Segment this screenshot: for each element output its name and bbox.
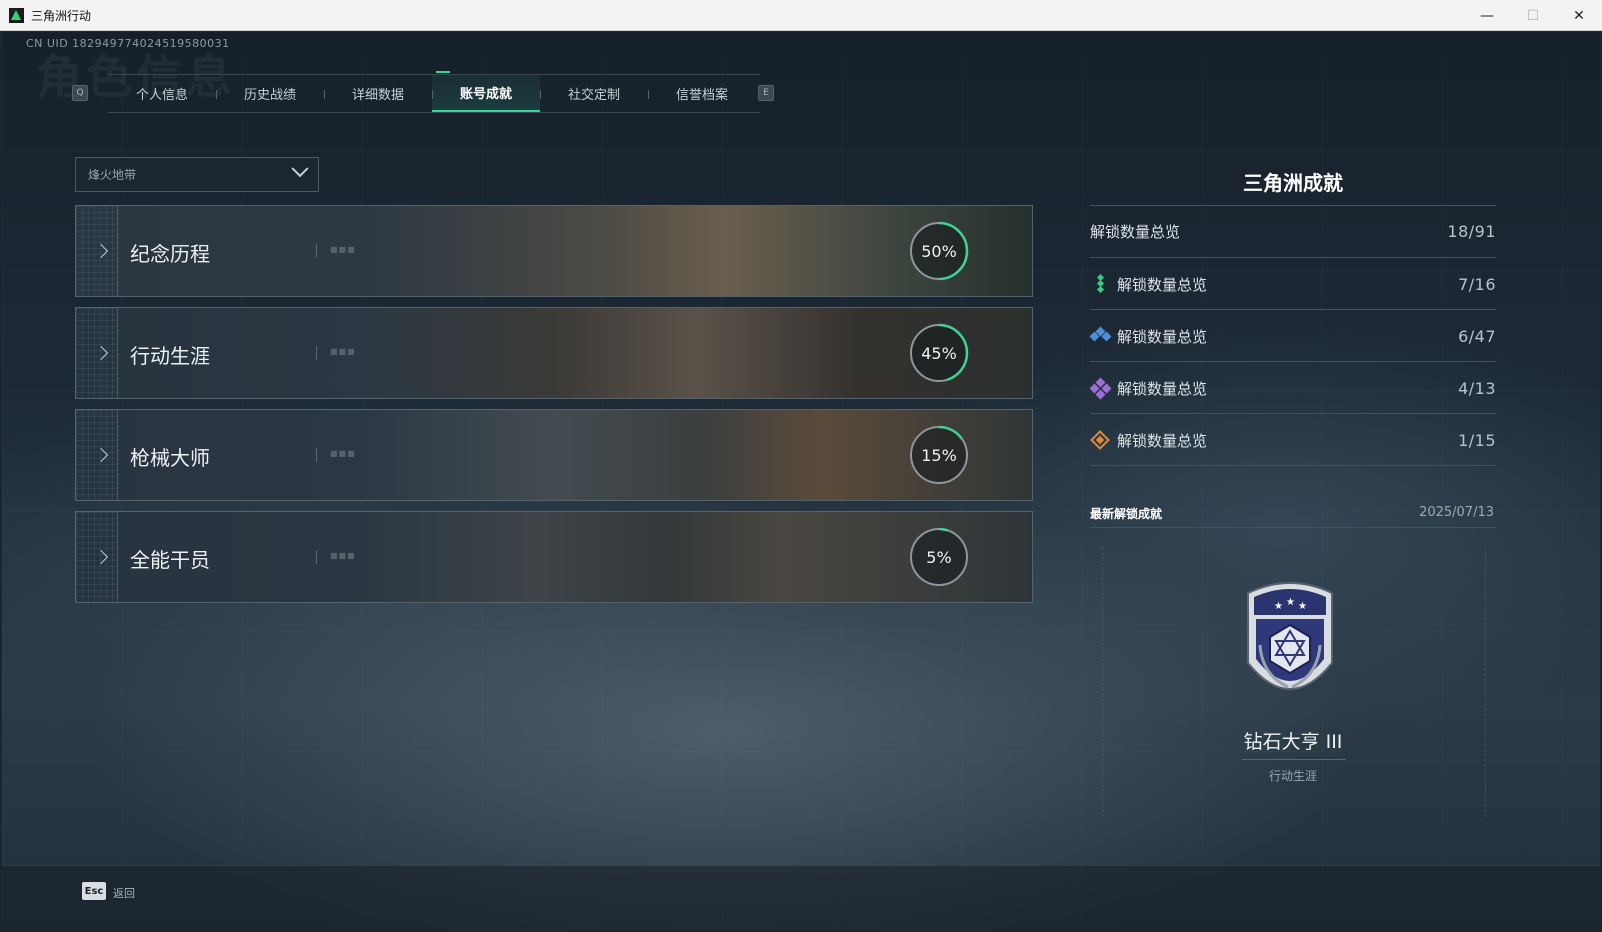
window-title: 三角洲行动 bbox=[31, 8, 92, 23]
profile-tabs: 个人信息 历史战绩 详细数据 账号成就 社交定制 信誉档案 bbox=[108, 71, 760, 113]
divider bbox=[1242, 759, 1346, 760]
divider bbox=[1090, 527, 1496, 528]
svg-text:★: ★ bbox=[1298, 601, 1307, 612]
category-label: 全能干员 bbox=[130, 548, 210, 572]
window-controls: — ☐ ✕ bbox=[1464, 0, 1602, 31]
svg-text:★: ★ bbox=[1286, 597, 1295, 608]
tier-value: 7/16 bbox=[1458, 274, 1496, 294]
divider bbox=[1090, 257, 1496, 258]
svg-text:★: ★ bbox=[1274, 601, 1283, 612]
card-artwork bbox=[76, 512, 1032, 602]
esc-key-hint[interactable]: Esc bbox=[82, 882, 106, 900]
player-uid: CN UID 182949774024519580031 bbox=[26, 37, 230, 50]
summary-tier-row: 解锁数量总览 1/15 bbox=[1090, 430, 1496, 450]
card-decoration: ■■■ bbox=[330, 449, 356, 458]
back-button-label[interactable]: 返回 bbox=[113, 885, 135, 901]
tier-label: 解锁数量总览 bbox=[1117, 379, 1208, 398]
card-artwork bbox=[76, 206, 1032, 296]
category-card-memorial[interactable]: 纪念历程 ■■■ 50% bbox=[75, 205, 1033, 297]
tab-social-customization[interactable]: 社交定制 bbox=[540, 75, 648, 112]
prev-tab-key-hint[interactable]: Q bbox=[72, 85, 88, 101]
mode-dropdown[interactable]: 烽火地带 bbox=[75, 157, 319, 192]
category-card-weapon-master[interactable]: 枪械大师 ■■■ 15% bbox=[75, 409, 1033, 501]
summary-total-value: 18/91 bbox=[1447, 221, 1496, 241]
latest-badge-name: 钻石大亨 III bbox=[1243, 731, 1343, 753]
summary-tier-row: 解锁数量总览 4/13 bbox=[1089, 377, 1496, 400]
card-divider bbox=[316, 244, 317, 258]
category-card-all-round-operator[interactable]: 全能干员 ■■■ 5% bbox=[75, 511, 1033, 603]
tab-personal-info[interactable]: 个人信息 bbox=[108, 75, 216, 112]
summary-tier-row: 解锁数量总览 6/47 bbox=[1089, 326, 1496, 346]
tier-label: 解锁数量总览 bbox=[1117, 275, 1208, 294]
divider bbox=[1090, 205, 1496, 206]
card-divider bbox=[316, 448, 317, 462]
category-label: 纪念历程 bbox=[130, 242, 210, 266]
summary-total-row: 解锁数量总览 18/91 bbox=[1090, 221, 1496, 241]
green-gem-icon bbox=[1090, 273, 1112, 294]
divider bbox=[1090, 413, 1496, 414]
game-viewport: 角色信息 CN UID 182949774024519580031 Q 个人信息… bbox=[2, 31, 1600, 930]
maximize-button[interactable]: ☐ bbox=[1510, 0, 1556, 31]
achievements-summary-title: 三角洲成就 bbox=[1243, 171, 1343, 195]
latest-unlock-date: 2025/07/13 bbox=[1419, 505, 1494, 520]
progress-percent: 5% bbox=[926, 547, 952, 567]
next-tab-key-hint[interactable]: E bbox=[758, 85, 774, 101]
tab-detailed-stats[interactable]: 详细数据 bbox=[324, 75, 432, 112]
summary-tier-row: 解锁数量总览 7/16 bbox=[1090, 273, 1496, 294]
divider bbox=[1090, 465, 1496, 466]
card-divider bbox=[316, 550, 317, 564]
progress-percent: 15% bbox=[921, 445, 957, 465]
card-decoration: ■■■ bbox=[330, 245, 356, 254]
tier-label: 解锁数量总览 bbox=[1117, 327, 1208, 346]
card-decoration: ■■■ bbox=[330, 551, 356, 560]
tab-credit-record[interactable]: 信誉档案 bbox=[648, 75, 756, 112]
blue-gem-icon bbox=[1089, 326, 1112, 346]
app-logo-icon bbox=[9, 7, 24, 23]
latest-badge-category: 行动生涯 bbox=[1268, 769, 1317, 783]
category-label: 行动生涯 bbox=[130, 344, 210, 368]
tier-value: 6/47 bbox=[1458, 326, 1496, 346]
category-label: 枪械大师 bbox=[130, 446, 210, 470]
close-button[interactable]: ✕ bbox=[1556, 0, 1602, 31]
bottom-bar: Esc 返回 bbox=[2, 865, 1600, 930]
summary-total-label: 解锁数量总览 bbox=[1090, 222, 1181, 241]
tab-match-history[interactable]: 历史战绩 bbox=[216, 75, 324, 112]
window-titlebar: 三角洲行动 — ☐ ✕ bbox=[0, 0, 1602, 31]
chevron-down-icon bbox=[291, 160, 309, 178]
orange-gem-icon bbox=[1090, 430, 1112, 450]
category-card-operation-career[interactable]: 行动生涯 ■■■ 45% bbox=[75, 307, 1033, 399]
card-artwork bbox=[76, 410, 1032, 500]
card-decoration: ■■■ bbox=[330, 347, 356, 356]
progress-percent: 50% bbox=[921, 241, 957, 261]
divider bbox=[1090, 309, 1496, 310]
tier-value: 4/13 bbox=[1458, 378, 1496, 398]
divider bbox=[1090, 361, 1496, 362]
latest-unlock-title: 最新解锁成就 bbox=[1090, 507, 1163, 521]
minimize-button[interactable]: — bbox=[1464, 0, 1510, 31]
diamond-tycoon-badge-icon[interactable]: ★ ★ ★ bbox=[1238, 575, 1342, 715]
card-artwork bbox=[76, 308, 1032, 398]
purple-gem-icon bbox=[1089, 377, 1112, 400]
tier-value: 1/15 bbox=[1458, 430, 1496, 450]
mode-dropdown-value: 烽火地带 bbox=[88, 168, 137, 182]
card-divider bbox=[316, 346, 317, 360]
tab-account-achievements[interactable]: 账号成就 bbox=[432, 71, 540, 112]
progress-percent: 45% bbox=[921, 343, 957, 363]
tier-label: 解锁数量总览 bbox=[1117, 431, 1208, 450]
